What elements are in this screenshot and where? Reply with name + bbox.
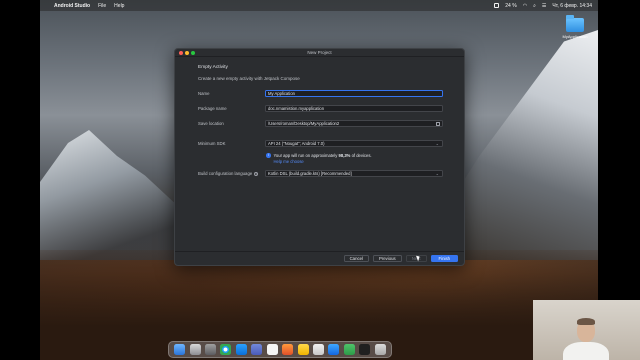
close-window-button[interactable]	[179, 51, 183, 55]
finish-button[interactable]: Finish	[430, 255, 458, 262]
desktop-folder-label: MyApplication	[562, 34, 588, 39]
info-icon: i	[266, 153, 271, 158]
zoom-window-button[interactable]	[191, 51, 195, 55]
build-lang-row: Build configuration language? Kotlin DSL…	[198, 170, 443, 177]
menu-app-name[interactable]: Android Studio	[54, 3, 90, 9]
build-lang-select[interactable]: Kotlin DSL (build.gradle.kts) [Recommend…	[265, 170, 443, 177]
intellij-icon[interactable]	[282, 344, 294, 355]
safari-icon[interactable]	[235, 344, 247, 355]
menu-help[interactable]: Help	[114, 3, 124, 9]
cancel-button[interactable]: Cancel	[343, 255, 369, 262]
dialog-content: Empty Activity Create a new empty activi…	[175, 57, 464, 81]
min-sdk-label: Minimum SDK	[198, 141, 226, 146]
window-icon[interactable]	[494, 3, 500, 8]
name-input[interactable]: My Application	[265, 90, 443, 97]
system-settings-icon[interactable]	[205, 344, 217, 355]
template-subheading: Create a new empty activity with Jetpack…	[198, 76, 300, 81]
location-label: Save location	[198, 121, 224, 126]
textedit-icon[interactable]	[313, 344, 324, 355]
location-row: Save location /Users/roman/Desktop/MyApp…	[198, 120, 443, 127]
browse-folder-icon[interactable]	[436, 122, 440, 126]
help-me-choose-link[interactable]: Help me choose	[274, 159, 372, 164]
control-center-icon[interactable]: ☰	[542, 3, 546, 9]
chevron-down-icon: ⌄	[435, 171, 439, 176]
package-row: Package name doc.nmamistion.myapplicatio…	[198, 105, 443, 112]
webcam-person-body	[563, 342, 609, 360]
dialog-titlebar: New Project	[175, 49, 464, 57]
template-heading: Empty Activity	[198, 65, 228, 70]
dialog-footer: Cancel Previous Next Finish	[175, 251, 464, 265]
discord-icon[interactable]	[251, 344, 263, 355]
trash-icon[interactable]	[374, 344, 386, 355]
build-lang-label: Build configuration language?	[198, 171, 259, 176]
min-sdk-value: API 24 ("Nougat"; Android 7.0)	[268, 141, 325, 146]
webcam-person-hair	[577, 318, 595, 325]
package-label: Package name	[198, 106, 227, 111]
search-icon[interactable]: ⌕	[533, 3, 536, 9]
wifi-icon[interactable]: ◠	[523, 3, 527, 9]
finder-icon[interactable]	[174, 344, 186, 355]
menu-bar-status: 24 % ◠ ⌕ ☰ Чт, 6 февр. 14:34	[494, 3, 592, 9]
minimize-window-button[interactable]	[185, 51, 189, 55]
webcam-overlay	[533, 300, 640, 360]
help-icon[interactable]: ?	[254, 172, 259, 176]
sdk-info: i Your app will run on approximately 98,…	[266, 153, 372, 164]
terminal-icon[interactable]	[359, 344, 371, 355]
notes-icon[interactable]	[297, 344, 309, 355]
dock	[168, 341, 392, 358]
chevron-down-icon: ⌄	[435, 141, 439, 146]
notion-icon[interactable]	[266, 344, 278, 355]
desktop-folder[interactable]: MyApplication	[560, 15, 590, 39]
location-value: /Users/roman/Desktop/MyApplication2	[268, 121, 340, 126]
clock-label[interactable]: Чт, 6 февр. 14:34	[552, 3, 592, 9]
location-input[interactable]: /Users/roman/Desktop/MyApplication2	[265, 120, 443, 127]
menu-bar: Android Studio File Help 24 % ◠ ⌕ ☰ Чт, …	[40, 0, 598, 11]
build-lang-value: Kotlin DSL (build.gradle.kts) [Recommend…	[268, 171, 352, 176]
min-sdk-row: Minimum SDK API 24 ("Nougat"; Android 7.…	[198, 140, 443, 147]
package-input[interactable]: doc.nmamistion.myapplication	[265, 105, 443, 112]
new-project-dialog: New Project Empty Activity Create a new …	[174, 48, 465, 266]
sdk-info-text: Your app will run on approximately 98,3%…	[273, 153, 372, 158]
window-controls	[179, 51, 195, 55]
chrome-icon[interactable]	[220, 344, 232, 355]
dialog-title: New Project	[307, 50, 332, 55]
app-store-icon[interactable]	[328, 344, 340, 355]
folder-icon	[566, 15, 584, 32]
launchpad-icon[interactable]	[189, 344, 201, 355]
desktop-screen: Android Studio File Help 24 % ◠ ⌕ ☰ Чт, …	[40, 0, 598, 360]
name-label: Name	[198, 91, 210, 96]
previous-button[interactable]: Previous	[372, 255, 402, 262]
name-row: Name My Application	[198, 90, 443, 97]
battery-label[interactable]: 24 %	[505, 3, 516, 9]
android-studio-icon[interactable]	[343, 344, 355, 355]
menu-file[interactable]: File	[98, 3, 106, 9]
min-sdk-select[interactable]: API 24 ("Nougat"; Android 7.0) ⌄	[265, 140, 443, 147]
